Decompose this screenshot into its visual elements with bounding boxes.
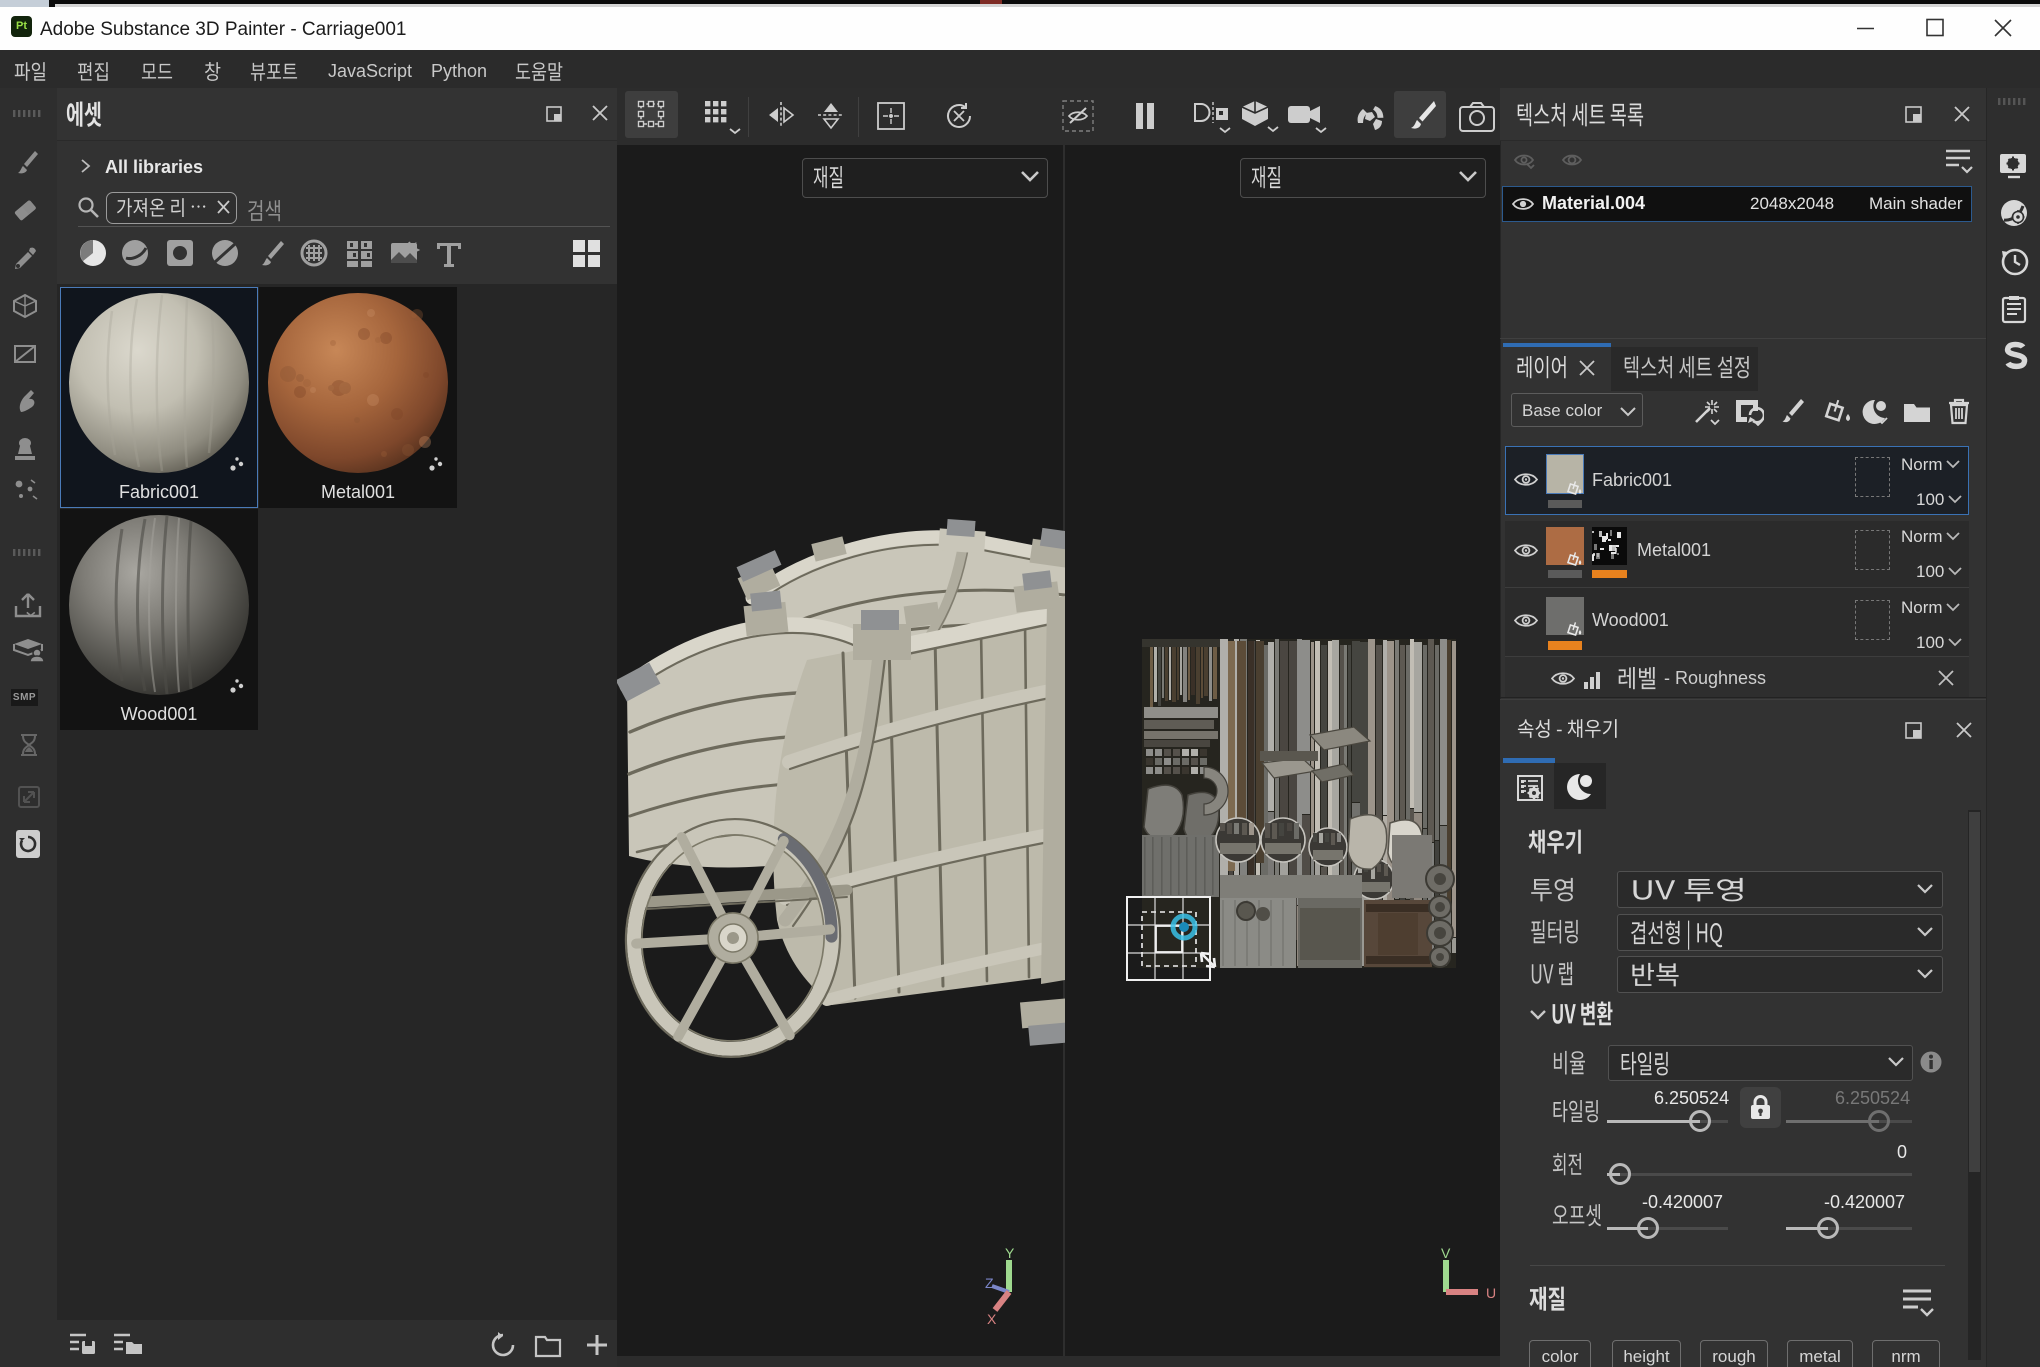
svg-text:Y: Y xyxy=(1005,1248,1015,1261)
svg-text:X: X xyxy=(987,1311,997,1327)
svg-text:V: V xyxy=(1441,1248,1451,1261)
svg-text:U: U xyxy=(1486,1285,1496,1301)
svg-text:Z: Z xyxy=(985,1275,994,1291)
